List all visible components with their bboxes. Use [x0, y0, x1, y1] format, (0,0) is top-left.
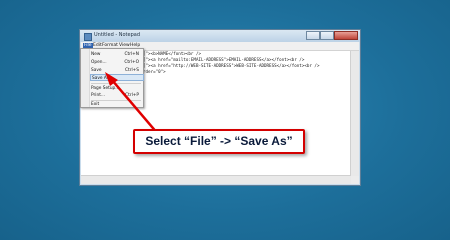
red-pointer-arrow	[105, 72, 160, 136]
instruction-callout: Select “File” -> “Save As”	[133, 129, 305, 154]
